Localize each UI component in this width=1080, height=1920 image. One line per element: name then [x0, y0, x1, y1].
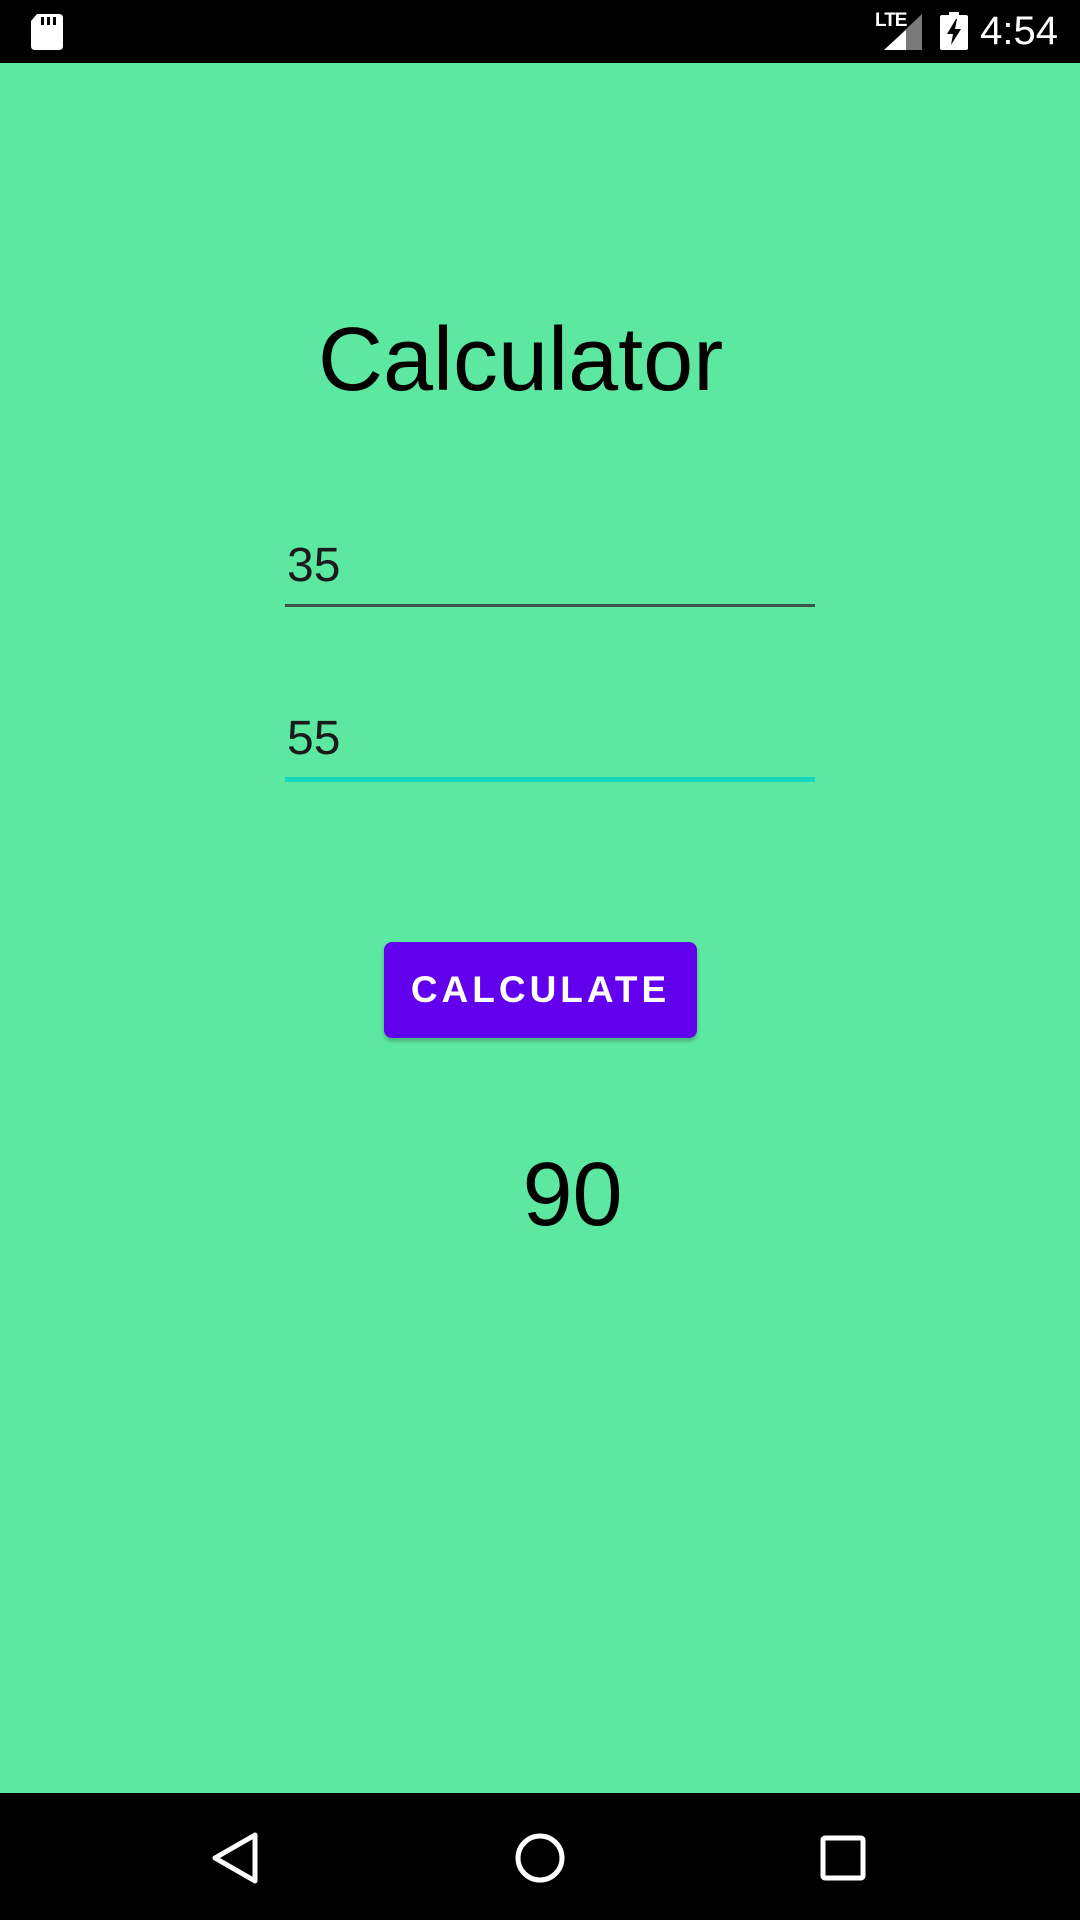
- first-number-input[interactable]: [285, 530, 815, 600]
- calculate-button[interactable]: CALCULATE: [384, 942, 697, 1038]
- status-clock: 4:54: [980, 9, 1058, 53]
- second-number-field[interactable]: [285, 703, 815, 782]
- page-title: Calculator: [318, 310, 724, 410]
- status-bar: LTE 4:54: [0, 0, 1080, 63]
- nav-recents-button[interactable]: [808, 1823, 878, 1893]
- nav-home-button[interactable]: [505, 1823, 575, 1893]
- second-number-input[interactable]: [285, 703, 815, 773]
- nav-back-button[interactable]: [200, 1823, 270, 1893]
- first-number-underline: [285, 604, 815, 607]
- first-number-field[interactable]: [285, 530, 815, 607]
- result-text: 90: [522, 1145, 623, 1245]
- second-number-underline-focused: [285, 777, 815, 782]
- calculator-screen: LTE 4:54 Calculator CALCULATE 90: [0, 0, 1080, 1920]
- sd-card-icon: [31, 14, 63, 50]
- back-icon: [212, 1832, 258, 1884]
- navigation-bar: [0, 1793, 1080, 1920]
- lte-signal-icon: [884, 14, 922, 50]
- home-icon: [515, 1833, 565, 1883]
- recents-icon: [820, 1835, 866, 1881]
- battery-charging-icon: [940, 12, 968, 50]
